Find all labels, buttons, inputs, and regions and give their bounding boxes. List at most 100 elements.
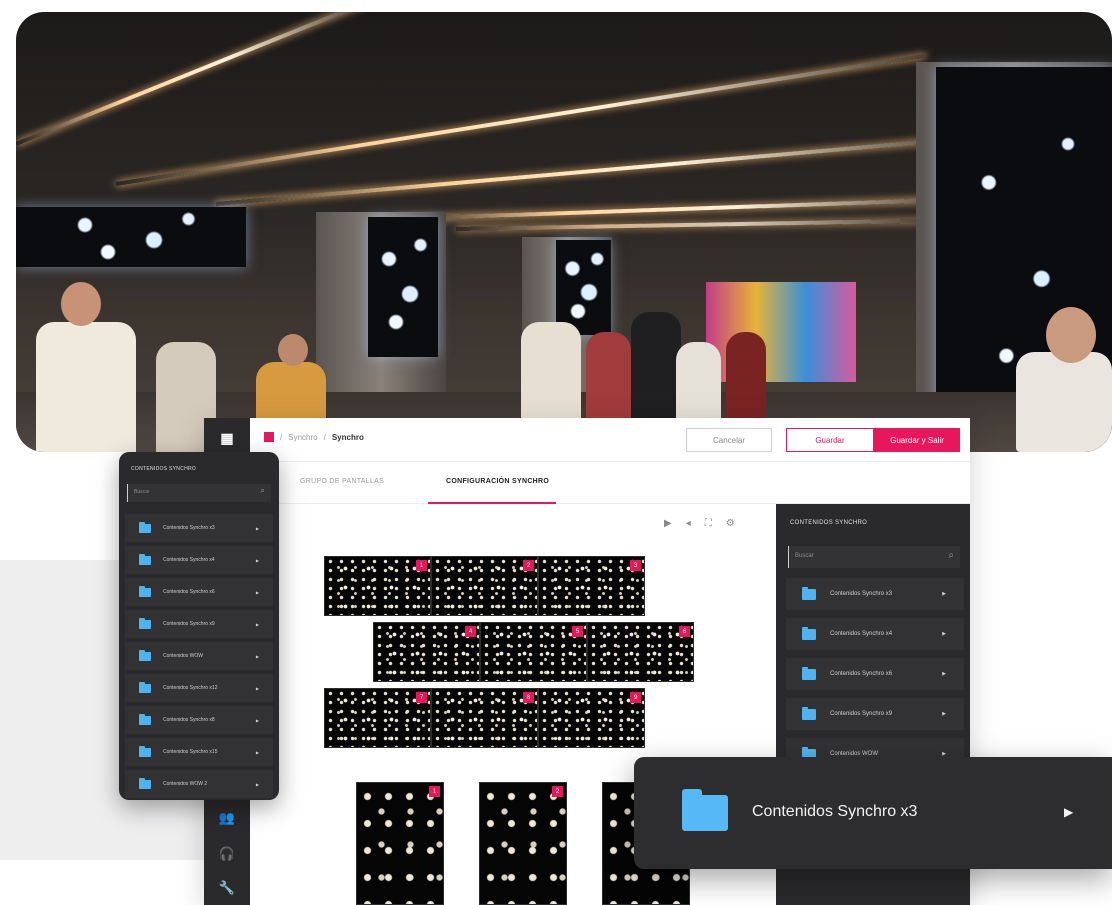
folder-label: Contenidos Synchro x12 (163, 685, 218, 691)
chevron-right-icon: ▶ (255, 749, 259, 755)
chevron-right-icon: ▶ (255, 589, 259, 595)
users-icon[interactable]: 👥 (216, 810, 238, 828)
folder-label: Contenidos Synchro x3 (830, 591, 893, 597)
folder-icon (139, 681, 151, 693)
tab-synchro-config[interactable]: CONFIGURACIÓN SYNCHRO (446, 478, 549, 485)
folder-callout[interactable]: Contenidos Synchro x3 ▶ (634, 757, 1112, 869)
screen-tile[interactable]: 9 (538, 688, 645, 748)
chevron-right-icon: ▶ (255, 557, 259, 563)
screen-number: 5 (572, 626, 583, 637)
chevron-right-icon: ▶ (942, 671, 946, 677)
screen-tile[interactable]: 4 (373, 622, 480, 682)
search-input[interactable]: Buscar ⌕ (127, 484, 271, 502)
folder-icon (139, 553, 151, 565)
folder-item[interactable]: Contenidos Synchro x9 ▶ (786, 698, 964, 730)
tab-bar: GRUPO DE PANTALLAS CONFIGURACIÓN SYNCHRO (250, 462, 970, 504)
screen-number: 2 (523, 560, 534, 571)
screen-tile[interactable]: 8 (431, 688, 538, 748)
folder-item[interactable]: Contenidos Synchro x3 ▶ (125, 514, 273, 542)
folder-item[interactable]: Contenidos Synchro x6 ▶ (786, 658, 964, 690)
search-icon[interactable]: ⌕ (948, 550, 954, 561)
vertical-screen-tile[interactable]: 1 (356, 782, 444, 905)
chevron-right-icon: ▶ (942, 591, 946, 597)
screen-tile[interactable]: 1 (324, 556, 431, 616)
screen-number: 1 (416, 560, 427, 571)
screen-tile[interactable]: 3 (538, 556, 645, 616)
top-bar: / Synchro / Synchro Cancelar Guardar Gua… (250, 418, 970, 462)
breadcrumb-separator: / (280, 432, 283, 442)
folder-label: Contenidos Synchro x3 (163, 525, 215, 531)
folder-item[interactable]: Contenidos Synchro x15 ▶ (125, 738, 273, 766)
folder-icon (139, 713, 151, 725)
search-input[interactable]: Buscar ⌕ (788, 546, 960, 568)
folder-item[interactable]: Contenidos Synchro x4 ▶ (786, 618, 964, 650)
folder-label: Contenidos Synchro x6 (830, 671, 893, 677)
folder-icon (802, 666, 816, 680)
folder-item[interactable]: Contenidos Synchro x9 ▶ (125, 610, 273, 638)
folder-icon (139, 745, 151, 757)
screen-number: 6 (679, 626, 690, 637)
screen-tile[interactable]: 6 (587, 622, 694, 682)
folder-item[interactable]: Contenidos WOW ▶ (125, 642, 273, 670)
folder-icon (802, 586, 816, 600)
breadcrumb-parent[interactable]: Synchro (288, 433, 317, 442)
cancel-button[interactable]: Cancelar (686, 428, 772, 452)
folder-label: Contenidos WOW 2 (163, 781, 208, 787)
chevron-right-icon: ▶ (255, 525, 259, 531)
screen-tile[interactable]: 2 (431, 556, 538, 616)
folder-label: Contenidos Synchro x6 (163, 589, 215, 595)
folder-label: Contenidos Synchro x9 (830, 711, 893, 717)
folder-icon (139, 777, 151, 789)
screen-number: 1 (429, 786, 440, 797)
folder-item[interactable]: Contenidos Synchro x3 ▶ (786, 578, 964, 610)
screen-number: 4 (465, 626, 476, 637)
vertical-screen-tile[interactable]: 2 (479, 782, 567, 905)
chevron-right-icon: ▶ (255, 781, 259, 787)
save-button[interactable]: Guardar (786, 428, 874, 452)
folder-icon (139, 521, 151, 533)
folder-label: Contenidos Synchro x9 (163, 621, 215, 627)
chevron-right-icon: ▶ (255, 685, 259, 691)
breadcrumb-separator: / (323, 432, 326, 442)
chevron-right-icon: ▶ (1064, 805, 1074, 819)
hero-photo (16, 12, 1112, 452)
folder-icon (139, 649, 151, 661)
breadcrumb: / Synchro / Synchro (264, 432, 364, 442)
search-icon[interactable]: ⌕ (261, 486, 265, 496)
save-and-exit-button[interactable]: Guardar y Salir (874, 428, 960, 452)
wrench-icon[interactable]: 🔧 (216, 880, 238, 898)
folder-item[interactable]: Contenidos Synchro x12 ▶ (125, 674, 273, 702)
screen-number: 7 (416, 692, 427, 703)
folder-icon (139, 617, 151, 629)
folder-icon (802, 626, 816, 640)
chevron-right-icon: ▶ (942, 711, 946, 717)
home-icon[interactable] (264, 432, 274, 442)
panel-title: CONTENIDOS SYNCHRO (131, 466, 197, 472)
breadcrumb-current: Synchro (331, 432, 364, 442)
screen-number: 8 (523, 692, 534, 703)
search-placeholder: Buscar (795, 553, 814, 559)
chevron-right-icon: ▶ (255, 653, 259, 659)
tab-screen-groups[interactable]: GRUPO DE PANTALLAS (300, 478, 384, 485)
headset-icon[interactable]: 🎧 (216, 846, 238, 864)
chevron-right-icon: ▶ (255, 717, 259, 723)
screen-number: 9 (630, 692, 641, 703)
folder-label: Contenidos Synchro x4 (830, 631, 893, 637)
folder-item[interactable]: Contenidos Synchro x8 ▶ (125, 706, 273, 734)
search-placeholder: Buscar (134, 489, 150, 495)
screen-tile[interactable]: 7 (324, 688, 431, 748)
folder-item[interactable]: Contenidos Synchro x4 ▶ (125, 546, 273, 574)
folder-item[interactable]: Contenidos Synchro x6 ▶ (125, 578, 273, 606)
screen-tile[interactable]: 5 (480, 622, 587, 682)
chevron-right-icon: ▶ (255, 621, 259, 627)
folder-label: Contenidos Synchro x4 (163, 557, 215, 563)
folder-icon (802, 706, 816, 720)
panel-title: CONTENIDOS SYNCHRO (790, 520, 868, 526)
folder-label: Contenidos Synchro x15 (163, 749, 218, 755)
screen-number: 3 (630, 560, 641, 571)
callout-label: Contenidos Synchro x3 (752, 803, 918, 820)
folder-item[interactable]: Contenidos WOW 2 ▶ (125, 770, 273, 798)
folder-label: Contenidos Synchro x8 (163, 717, 215, 723)
floating-content-panel: CONTENIDOS SYNCHRO Buscar ⌕ Contenidos S… (119, 452, 279, 800)
logo-icon[interactable]: ▦ (216, 430, 238, 448)
